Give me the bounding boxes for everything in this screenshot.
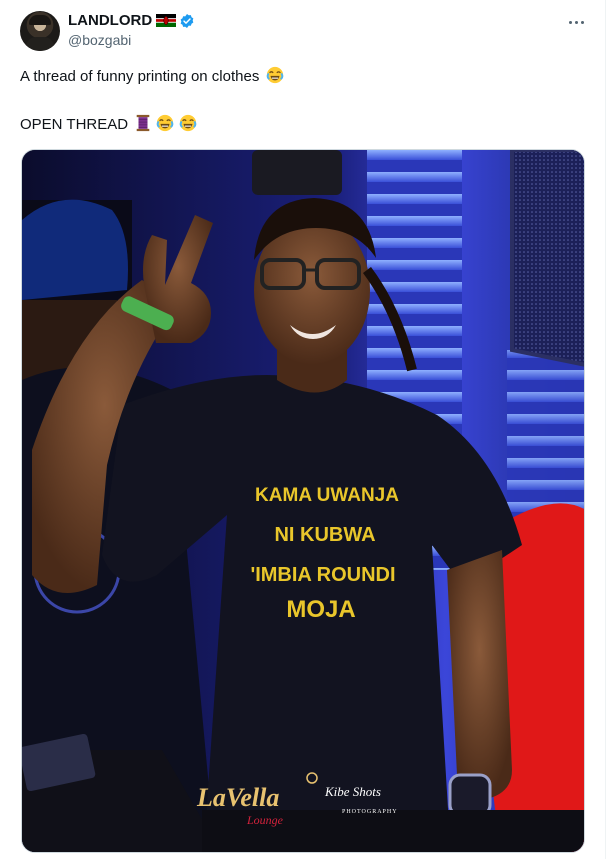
dot-icon xyxy=(574,20,578,24)
tears-of-joy-emoji-icon xyxy=(156,114,174,132)
beanie xyxy=(22,199,128,300)
kenya-flag-icon xyxy=(156,14,177,27)
thread-spool-emoji-icon xyxy=(134,114,152,132)
avatar[interactable] xyxy=(20,11,60,51)
tears-of-joy-emoji-icon xyxy=(179,114,197,132)
tweet-text: A thread of funny printing on clothes xyxy=(20,68,260,85)
tweet-card: LANDLORD @bozgabi A thread of funny prin… xyxy=(0,0,606,859)
tweet-text-line-2: OPEN THREAD xyxy=(20,114,197,135)
dot-icon xyxy=(580,20,584,24)
shirt-text-line: KAMA UWANJA xyxy=(255,485,399,506)
tweet-text-line-1: A thread of funny printing on clothes xyxy=(20,66,284,87)
watermark-lounge: Lounge xyxy=(246,813,284,827)
display-name[interactable]: LANDLORD xyxy=(68,12,152,29)
watermark-lavella: LaVella xyxy=(196,783,279,812)
tears-of-joy-emoji-icon xyxy=(266,66,284,84)
author-names: LANDLORD @bozgabi xyxy=(68,11,195,48)
dot-icon xyxy=(568,20,572,24)
speaker xyxy=(510,150,584,367)
shirt-text-line: MOJA xyxy=(286,596,355,623)
watermark-photographer: Kibe Shots xyxy=(324,784,381,799)
tweet-text: OPEN THREAD xyxy=(20,116,129,133)
shirt-text-line: 'IMBIA ROUNDI xyxy=(250,564,395,586)
verified-badge-icon xyxy=(179,13,195,29)
tweet-header: LANDLORD @bozgabi xyxy=(20,11,590,51)
more-options-button[interactable] xyxy=(564,13,588,31)
wristwatch xyxy=(448,773,492,817)
handle[interactable]: @bozgabi xyxy=(68,32,195,48)
shirt-text-line: NI KUBWA xyxy=(274,524,375,546)
tweet-photo[interactable]: KAMA UWANJA NI KUBWA 'IMBIA ROUNDI MOJA … xyxy=(21,149,585,853)
watermark-photography: PHOTOGRAPHY xyxy=(342,809,398,815)
photo-scene: KAMA UWANJA NI KUBWA 'IMBIA ROUNDI MOJA … xyxy=(22,150,584,852)
